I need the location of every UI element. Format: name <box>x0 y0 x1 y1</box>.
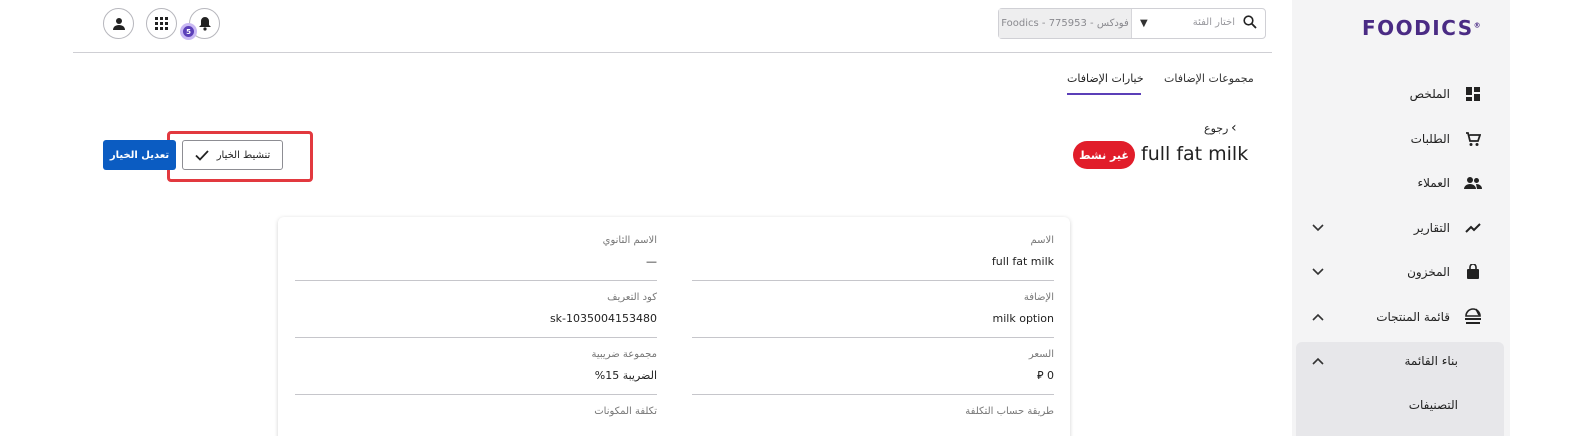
bell-icon <box>198 17 211 31</box>
sku-field: كود التعريف sk-1035004153480 <box>295 292 657 338</box>
field-value: 0 ⃁ <box>1036 369 1054 382</box>
field-label: الاسم الثانوي <box>602 235 657 246</box>
menu-icon <box>1464 308 1482 326</box>
chevron-left-icon[interactable]: ‹ <box>1231 120 1237 136</box>
activate-option-button[interactable]: تنشيط الخيار <box>182 140 283 170</box>
field-value: full fat milk <box>991 255 1054 268</box>
top-bar: 5 Foodics - فودكس - 775953 ▼ اختار الفئة <box>73 0 1272 53</box>
tab-modifier-groups[interactable]: مجموعات الإضافات <box>1164 72 1254 85</box>
secondary-name-field: الاسم الثانوي — <box>295 235 657 281</box>
page-title: full fat milk <box>1141 143 1249 165</box>
search-icon <box>1243 15 1257 32</box>
reports-icon <box>1464 219 1482 237</box>
chevron-up-icon[interactable] <box>1312 310 1324 324</box>
sidebar-subitem-categories[interactable]: التصنيفات <box>1292 383 1510 427</box>
field-value: milk option <box>992 312 1054 325</box>
price-field: السعر 0 ⃁ <box>692 349 1054 395</box>
sidebar-item-label: العملاء <box>1417 176 1450 190</box>
field-label: كود التعريف <box>607 292 657 303</box>
sidebar-item-summary[interactable]: الملخص <box>1292 72 1510 116</box>
costing-method-field: طريقة حساب التكلفة <box>692 406 1054 436</box>
tax-group-field: مجموعة ضريبية الضريبة 15% <box>295 349 657 395</box>
foodics-logo[interactable]: FOODICS® <box>1362 16 1482 40</box>
check-icon <box>195 149 209 161</box>
active-tab-indicator <box>1067 93 1141 95</box>
field-value: الضريبة 15% <box>594 369 657 382</box>
branch-search-input[interactable]: اختار الفئة <box>1193 17 1235 28</box>
sidebar-item-inventory[interactable]: المخزون <box>1292 250 1510 294</box>
field-value: — <box>646 255 657 268</box>
sidebar-item-reports[interactable]: التقارير <box>1292 206 1510 250</box>
field-label: مجموعة ضريبية <box>591 349 657 360</box>
customers-icon <box>1464 174 1482 192</box>
edit-option-button[interactable]: تعديل الخيار <box>103 140 176 170</box>
field-label: السعر <box>1028 349 1054 360</box>
branch-selected-value: Foodics - فودكس - 775953 <box>999 9 1132 38</box>
dashboard-icon <box>1464 85 1482 103</box>
sidebar-subitem-menu-builder[interactable]: بناء القائمة <box>1292 339 1510 383</box>
caret-down-icon[interactable]: ▼ <box>1140 18 1148 29</box>
sidebar-item-label: قائمة المنتجات <box>1376 310 1450 324</box>
sidebar-item-label: المخزون <box>1407 265 1450 279</box>
chevron-up-icon[interactable] <box>1312 354 1324 368</box>
sidebar-item-label: بناء القائمة <box>1404 354 1458 368</box>
sidebar-item-customers[interactable]: العملاء <box>1292 161 1510 205</box>
activate-option-label: تنشيط الخيار <box>216 149 271 161</box>
back-link[interactable]: رجوع <box>1204 122 1228 135</box>
tab-modifier-options[interactable]: خيارات الإضافات <box>1067 72 1144 85</box>
sidebar-item-menu[interactable]: قائمة المنتجات <box>1292 295 1510 339</box>
field-label: طريقة حساب التكلفة <box>965 406 1054 417</box>
modifier-field: الإضافة milk option <box>692 292 1054 338</box>
inventory-icon <box>1464 263 1482 281</box>
chevron-down-icon[interactable] <box>1312 221 1324 235</box>
apps-grid-icon <box>155 17 168 30</box>
profile-button[interactable] <box>103 8 134 39</box>
sidebar-item-label: الطلبات <box>1410 132 1450 146</box>
field-label: تكلفة المكونات <box>594 406 657 417</box>
field-value: sk-1035004153480 <box>549 312 657 325</box>
cart-icon <box>1464 130 1482 148</box>
user-icon <box>112 17 125 30</box>
sidebar-item-label: التصنيفات <box>1408 398 1458 412</box>
branch-selector[interactable]: Foodics - فودكس - 775953 ▼ اختار الفئة <box>998 8 1266 39</box>
ingredients-cost-field: تكلفة المكونات <box>295 406 657 436</box>
chevron-down-icon[interactable] <box>1312 265 1324 279</box>
status-badge: غير نشط <box>1073 141 1135 169</box>
notification-count-badge: 5 <box>180 23 197 40</box>
sidebar-item-orders[interactable]: الطلبات <box>1292 117 1510 161</box>
apps-button[interactable] <box>146 8 177 39</box>
sidebar: FOODICS® الملخص الطلبات العملاء التقارير… <box>1292 0 1510 436</box>
field-label: الاسم <box>1030 235 1054 246</box>
sidebar-item-label: الملخص <box>1409 87 1450 101</box>
name-field: الاسم full fat milk <box>692 235 1054 281</box>
details-card: الاسم full fat milk الاسم الثانوي — الإض… <box>278 217 1070 436</box>
field-label: الإضافة <box>1023 292 1054 303</box>
sidebar-item-label: التقارير <box>1413 221 1450 235</box>
